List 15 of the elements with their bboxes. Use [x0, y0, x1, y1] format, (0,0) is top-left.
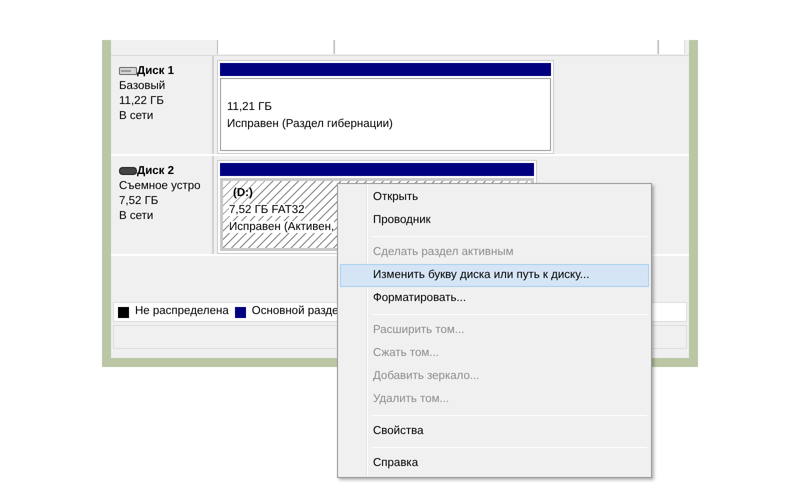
disk-info-text: В сети: [119, 109, 154, 124]
disk-info-text: 11,22 ГБ: [119, 94, 165, 109]
partition-text: Исправен (Активен,: [229, 221, 334, 233]
disk-info-text: В сети: [119, 209, 154, 224]
disk-info-text: Съемное устро: [119, 179, 202, 194]
disk-info-text: Базовый: [119, 79, 166, 94]
partition-text: Исправен (Раздел гибернации): [227, 118, 393, 130]
disk-info-text: 7,52 ГБ: [119, 194, 160, 209]
disk-name: Диск 1: [137, 65, 174, 77]
partition-text: 7,52 ГБ FAT32: [229, 204, 305, 216]
partition-label: (D:): [233, 187, 253, 199]
legend-label: Не распределена: [135, 304, 229, 320]
legend-label: Основной разде: [252, 304, 338, 320]
partition-text: 11,21 ГБ: [227, 101, 272, 113]
disk-name: Диск 2: [137, 165, 174, 177]
